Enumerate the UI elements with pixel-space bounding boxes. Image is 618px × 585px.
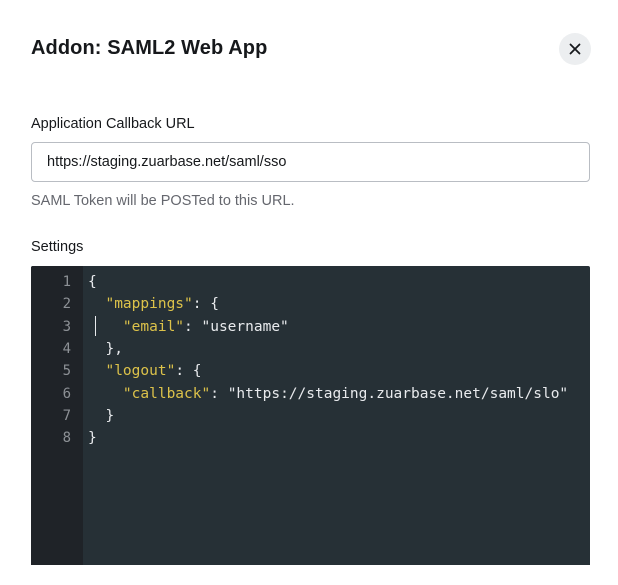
line-number: 4: [62, 340, 71, 357]
settings-label: Settings: [31, 239, 84, 255]
line-number: 2: [62, 296, 71, 313]
json-key: "callback": [122, 385, 211, 402]
code-text: : {: [192, 296, 219, 313]
saml2-addon-dialog: Addon: SAML2 Web App Application Callbac…: [0, 0, 618, 585]
callback-url-label: Application Callback URL: [31, 116, 195, 132]
code-text: }: [88, 407, 115, 424]
code-line: }: [88, 405, 114, 427]
close-icon: [569, 43, 581, 55]
code-text: }: [88, 430, 97, 447]
code-line: }: [88, 427, 97, 449]
json-key: "logout": [105, 363, 176, 380]
line-number: 5: [62, 363, 71, 380]
dialog-header: Addon: SAML2 Web App: [31, 33, 591, 65]
indent-guide: [95, 316, 96, 336]
code-line: "callback": "https://staging.zuarbase.ne…: [88, 383, 568, 405]
close-button[interactable]: [559, 33, 591, 65]
code-text: {: [88, 274, 97, 290]
code-line: "email": "username": [88, 316, 289, 338]
json-key: "email": [122, 318, 185, 335]
dialog-title: Addon: SAML2 Web App: [31, 37, 268, 59]
line-number-gutter: 1 2 3 4 5 6 7 8: [31, 266, 83, 565]
code-text: : "username": [184, 318, 289, 335]
code-text: : "https://staging.zuarbase.net/saml/slo…: [210, 385, 569, 402]
code-line: "logout": {: [88, 360, 202, 382]
settings-code-editor[interactable]: 12345678 { "mappings": { "email": "usern…: [31, 266, 590, 565]
code-line: },: [88, 338, 123, 360]
line-number: 7: [62, 407, 71, 424]
line-number: 3: [62, 318, 71, 335]
code-text: : {: [175, 363, 202, 380]
callback-url-input[interactable]: [31, 142, 590, 182]
code-text: },: [88, 340, 123, 357]
callback-url-help-text: SAML Token will be POSTed to this URL.: [31, 193, 295, 209]
line-number: 6: [62, 385, 71, 402]
line-number: 1: [62, 274, 71, 290]
code-line: "mappings": {: [88, 293, 219, 315]
json-key: "mappings": [105, 296, 193, 313]
code-line: {: [88, 271, 97, 293]
line-number: 8: [62, 430, 71, 447]
